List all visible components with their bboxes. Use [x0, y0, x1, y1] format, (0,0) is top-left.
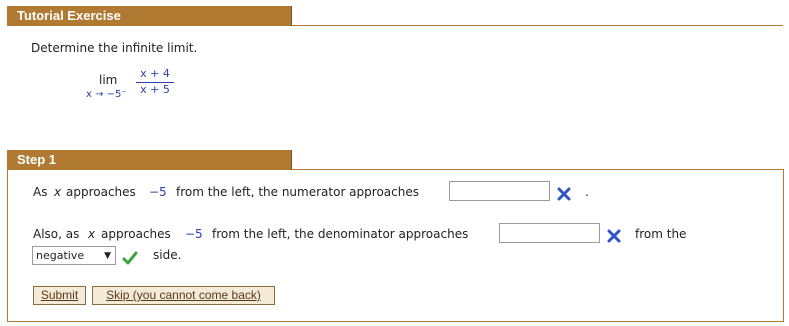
- incorrect-x-icon: [557, 187, 571, 201]
- tutorial-header-rule: [292, 25, 783, 26]
- line2-also: Also, as: [33, 227, 80, 241]
- lim-word: lim: [99, 73, 118, 87]
- side-select-value: negative: [36, 249, 85, 262]
- step1-title: Step 1: [17, 152, 57, 167]
- tutorial-header: Tutorial Exercise: [7, 6, 292, 26]
- incorrect-x-icon: [607, 229, 621, 243]
- denominator-limit-input[interactable]: [499, 223, 600, 243]
- line2-value: −5: [185, 227, 203, 241]
- limit-fraction: x + 4 x + 5: [134, 67, 176, 99]
- line1-end: .: [585, 185, 589, 199]
- numerator-limit-input[interactable]: [449, 181, 550, 201]
- line1-approaches: approaches: [66, 185, 136, 199]
- line1-var: x: [54, 185, 62, 199]
- fraction-denominator: x + 5: [140, 83, 170, 96]
- line2-approaches: approaches: [101, 227, 171, 241]
- skip-button[interactable]: Skip (you cannot come back): [92, 286, 275, 305]
- lim-subscript: x → −5⁻: [86, 89, 127, 100]
- line2-from-the: from the: [635, 227, 687, 241]
- line1-as: As: [33, 185, 48, 199]
- exercise-prompt: Determine the infinite limit.: [31, 41, 198, 55]
- chevron-down-icon: ▼: [104, 251, 111, 261]
- submit-button[interactable]: Submit: [33, 286, 86, 305]
- correct-check-icon: [122, 251, 138, 265]
- fraction-numerator: x + 4: [140, 67, 170, 80]
- line2-rest: from the left, the denominator approache…: [212, 227, 469, 241]
- line1-rest: from the left, the numerator approaches: [176, 185, 419, 199]
- side-select[interactable]: negative ▼: [32, 246, 116, 265]
- step1-header: Step 1: [7, 150, 292, 170]
- line2-var: x: [88, 227, 96, 241]
- side-word: side.: [153, 248, 182, 262]
- line1-value: −5: [149, 185, 167, 199]
- tutorial-title: Tutorial Exercise: [17, 8, 121, 23]
